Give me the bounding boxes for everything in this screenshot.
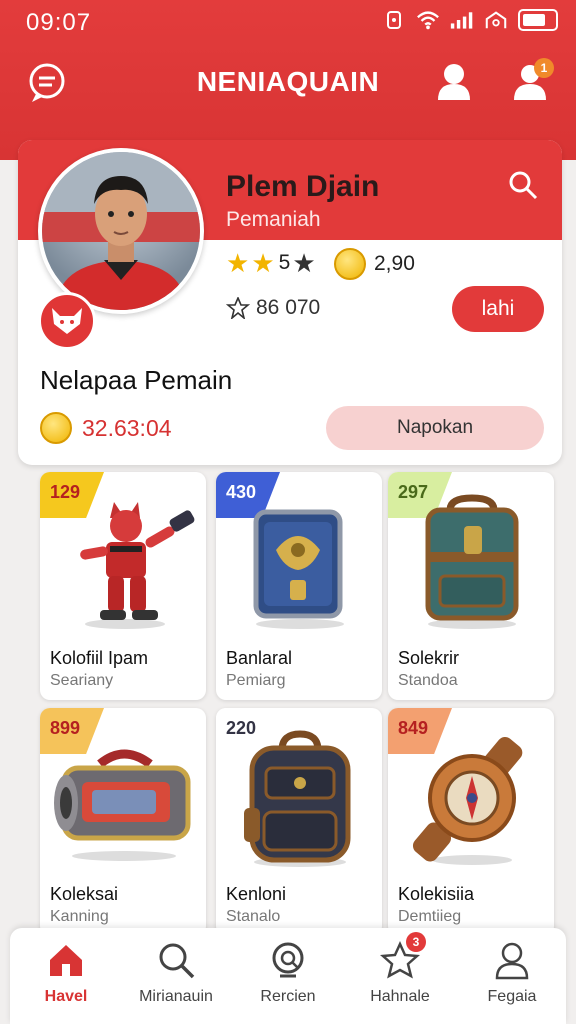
app-title: NENIAQUAIN — [196, 66, 380, 97]
search-button[interactable] — [508, 170, 538, 200]
magnifier-badge-icon — [268, 940, 308, 980]
nav-explore[interactable]: Rercien — [238, 940, 338, 1006]
trophy-count: 86 070 — [226, 296, 320, 320]
star-icon: ★ — [226, 248, 250, 278]
item-name: Kolekisiia — [398, 884, 475, 904]
item-subtitle: Pemiarg — [226, 672, 286, 689]
lahi-button[interactable]: lahi — [452, 286, 544, 332]
nav-home[interactable]: Havel — [16, 940, 116, 1006]
profile-card: Plem Djain Pemaniah ★ ★ 5 ★ 2,90 86 070 … — [18, 140, 562, 465]
item-card[interactable]: 220 Kenloni Stanalo — [216, 708, 382, 936]
avatar[interactable] — [38, 148, 204, 314]
nav-badge: 3 — [406, 932, 426, 952]
fox-emblem-icon — [52, 308, 82, 334]
notification-badge: 1 — [534, 58, 554, 78]
item-subtitle: Demtiieg — [398, 908, 462, 925]
star-outline-icon: ★ — [292, 248, 316, 278]
app-bar: NENIAQUAIN 1 — [0, 44, 576, 120]
team-badge — [38, 292, 96, 350]
nav-favorites[interactable]: 3 Hahnale — [350, 932, 450, 1006]
item-name: Solekrir — [398, 648, 460, 668]
coin-icon — [334, 248, 366, 280]
item-subtitle: Stanalo — [226, 908, 281, 925]
star-icon: ★ — [251, 248, 275, 278]
treasure-chest-icon — [216, 492, 382, 632]
coin-balance: 2,90 — [334, 248, 415, 280]
nav-label: Hahnale — [370, 988, 430, 1005]
mascot-figure-icon — [40, 492, 206, 632]
player-rating: ★ ★ 5 ★ — [226, 250, 316, 276]
search-icon — [156, 940, 196, 980]
napokan-button[interactable]: Napokan — [326, 406, 544, 450]
item-card[interactable]: 297 Solekrir Standoa — [388, 472, 554, 700]
cannon-gadget-icon — [40, 728, 206, 868]
signal-icon — [450, 8, 474, 32]
wifi-icon — [416, 8, 440, 32]
user-icon — [438, 64, 470, 100]
star-trophy-icon — [226, 297, 250, 319]
item-card[interactable]: 430 Banlaral Pemiarg — [216, 472, 382, 700]
user-icon — [492, 940, 532, 980]
nav-search[interactable]: Mirianauin — [126, 940, 226, 1006]
rating-value: 5 — [278, 251, 291, 274]
player-subtitle: Pemaniah — [226, 208, 321, 231]
item-card[interactable]: 849 Kolekisiia Demtiieg — [388, 708, 554, 936]
item-subtitle: Seariany — [50, 672, 114, 689]
balance-value: 32.63:04 — [82, 414, 172, 441]
item-name: Koleksai — [50, 884, 119, 904]
player-name: Plem Djain — [226, 170, 380, 203]
hotspot-icon — [484, 8, 508, 32]
item-name: Kenloni — [226, 884, 287, 904]
trophy-value: 86 070 — [256, 296, 321, 319]
status-time: 09:07 — [26, 9, 92, 36]
nav-label: Havel — [44, 988, 88, 1005]
alarm-icon — [382, 8, 406, 32]
item-card[interactable]: 129 Kolofiil Ipam Seariany — [40, 472, 206, 700]
nav-label: Fegaia — [487, 988, 537, 1005]
balance-row: 32.63:04 — [40, 412, 172, 444]
leather-backpack-icon — [216, 728, 382, 868]
player-portrait — [42, 152, 200, 310]
profile-button[interactable]: 1 — [508, 58, 554, 104]
search-icon — [509, 171, 538, 200]
item-subtitle: Kanning — [50, 908, 109, 925]
nav-label: Rercien — [260, 988, 316, 1005]
user-button[interactable] — [434, 60, 474, 104]
nav-label: Mirianauin — [139, 988, 213, 1005]
item-name: Banlaral — [226, 648, 293, 668]
item-name: Kolofiil Ipam — [50, 648, 149, 668]
coin-value: 2,90 — [374, 252, 415, 275]
coin-icon — [40, 412, 72, 444]
item-card[interactable]: 899 Koleksai Kanning — [40, 708, 206, 936]
nav-profile[interactable]: Fegaia — [462, 940, 562, 1006]
status-bar: 09:07 — [0, 0, 576, 44]
star-icon: 3 — [379, 932, 426, 980]
compass-gadget-icon — [388, 728, 554, 868]
battery-icon — [518, 9, 558, 31]
section-title: Nelapaa Pemain — [40, 365, 233, 395]
item-subtitle: Standoa — [398, 672, 458, 689]
home-icon — [46, 940, 86, 980]
backpack-chest-icon — [388, 492, 554, 632]
bottom-navigation: Havel Mirianauin Rercien 3 Hahnale Fegai… — [10, 928, 566, 1024]
